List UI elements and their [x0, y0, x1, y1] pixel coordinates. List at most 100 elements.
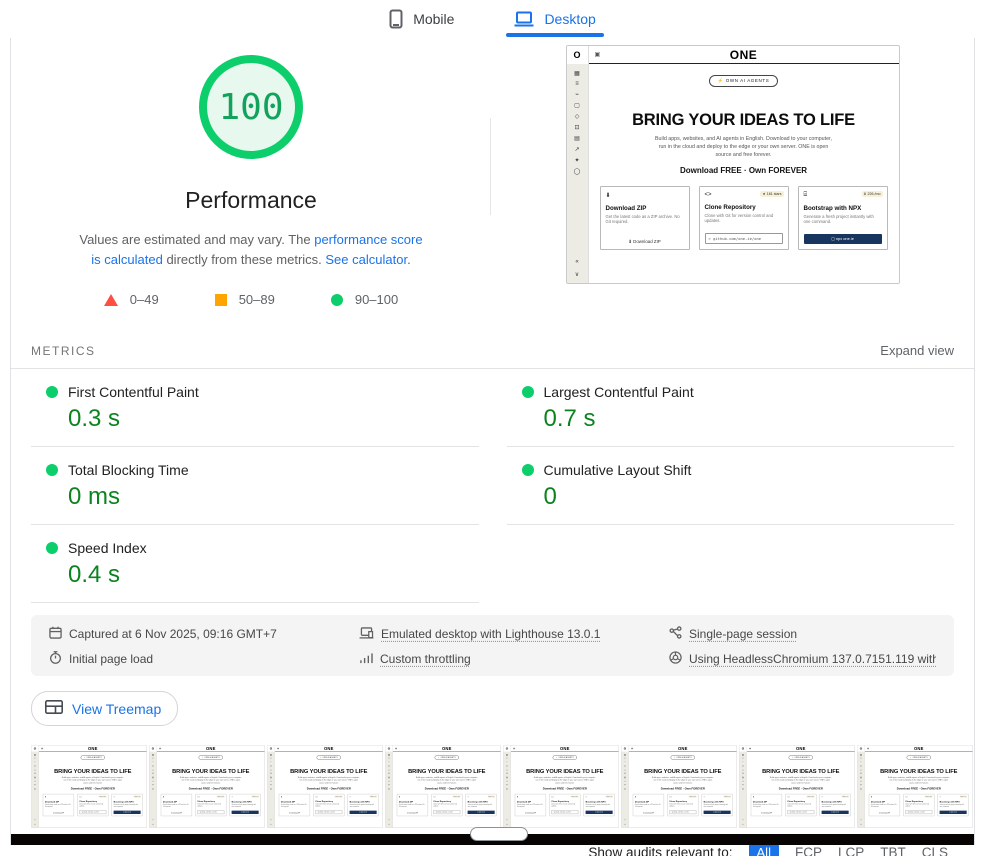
mini-sidebar: O ▦ ≡ ⌁ ▢ ◇ ⊡ ▤ ↗ ✦ ◯ « — [621, 745, 629, 827]
mini-icon: ▤ — [574, 135, 580, 142]
filter-tbt[interactable]: TBT — [880, 845, 906, 856]
emulated-device-label[interactable]: Emulated desktop with Lighthouse 13.0.1 — [381, 627, 600, 641]
device-toolbar: Mobile Desktop — [0, 0, 985, 38]
mini-sidebar: O ▦ ≡ ⌁ ▢ ◇ ⊡ ▤ ↗ ✦ ◯ « — [149, 745, 157, 827]
red-triangle-icon — [104, 294, 118, 306]
mini-card-title: Clone Repository — [551, 800, 578, 802]
mini-icon: ▢ — [742, 765, 744, 767]
mini-card-bootstrap-npx: ⌸ ⬇ 226 /mo Bootstrap with NPX Generate … — [702, 794, 733, 816]
mini-heading: BRING YOUR IDEAS TO LIFE — [39, 768, 147, 775]
final-screenshot-thumbnail: O ▦ ≡ ⌁ ▢ ◇ ⊡ ▤ ↗ ✦ ◯ « — [739, 745, 855, 828]
mini-cta: Download FREE · Own FOREVER — [865, 787, 973, 790]
mini-menu-icon: ▣ — [41, 747, 43, 749]
download-icon: ⬇ — [753, 796, 780, 798]
mini-sidebar-icons: ▦ ≡ ⌁ ▢ ◇ ⊡ ▤ ↗ ✦ ◯ — [860, 752, 862, 820]
stars-badge: ★ 161 stars — [807, 796, 815, 798]
mini-icon: ▦ — [506, 754, 508, 756]
mini-card-body: Get the latest code as a ZIP archive. No… — [753, 804, 780, 808]
mini-badge: ⚡ OWN AI AGENTS — [317, 755, 341, 759]
mini-card-title: Download ZIP — [281, 800, 308, 802]
mini-card-download-zip: ⬇ Download ZIP Get the latest code as a … — [633, 794, 664, 816]
mini-sidebar-bottom: « ∨ — [152, 819, 154, 827]
mini-icon: ◇ — [624, 769, 626, 771]
mini-icon: ⌁ — [388, 761, 389, 763]
metric-value: 0.3 s — [68, 405, 479, 433]
mini-icon: ⌁ — [270, 761, 271, 763]
filter-lcp[interactable]: LCP — [838, 845, 864, 856]
mini-cards: ⬇ Download ZIP Get the latest code as a … — [515, 794, 615, 816]
mini-subtext-line: source and free forever. — [39, 782, 147, 785]
throttling-setting-label[interactable]: Custom throttling — [380, 652, 471, 666]
mini-logo: ONE — [914, 746, 924, 751]
mini-main: ▣ ONE ⚡ OWN AI AGENTS BRING YOUR IDEAS T… — [275, 745, 383, 827]
see-calculator-link[interactable]: See calculator — [325, 252, 407, 267]
session-type-label[interactable]: Single-page session — [689, 627, 797, 641]
mini-icon: ✦ — [388, 784, 390, 786]
mini-subtext-line: run in the cloud and deploy to the edge … — [589, 143, 899, 151]
stars-badge: ★ 161 stars — [925, 796, 933, 798]
mini-card-body: Clone with Git for version control and u… — [197, 803, 224, 807]
pass-dot-icon — [46, 386, 58, 398]
filmstrip-frame: O ▦ ≡ ⌁ ▢ ◇ ⊡ ▤ ↗ ✦ ◯ « — [739, 745, 855, 829]
final-screenshot-thumbnail: O ▦ ≡ ⌁ ▢ ◇ ⊡ ▤ ↗ ✦ ◯ « — [503, 745, 619, 828]
mini-card-body: Clone with Git for version control and u… — [433, 803, 460, 807]
mini-card-body: Generate a fresh project instantly with … — [350, 804, 377, 808]
metric-value: 0.7 s — [544, 405, 955, 433]
mini-card-body: Generate a fresh project instantly with … — [232, 804, 259, 808]
expand-view-toggle[interactable]: Expand view — [880, 343, 954, 358]
mini-icon: ◯ — [574, 168, 581, 175]
mini-icon: ✦ — [506, 784, 508, 786]
mini-header: ▣ ONE — [589, 46, 899, 64]
orange-square-icon — [215, 294, 227, 306]
screenshot-preview[interactable]: O ▦ ≡ ⌁ ▢ ◇ ⊡ ▤ ↗ ✦ ◯ « — [491, 38, 974, 335]
mini-icon: ◯ — [152, 788, 154, 790]
section-divider — [490, 118, 491, 215]
calendar-icon — [49, 626, 62, 642]
lighthouse-report: 100 Performance Values are estimated and… — [10, 38, 975, 845]
mini-icon: ◯ — [742, 788, 744, 790]
filmstrip-frame: O ▦ ≡ ⌁ ▢ ◇ ⊡ ▤ ↗ ✦ ◯ « — [149, 745, 265, 829]
filter-fcp[interactable]: FCP — [795, 845, 822, 856]
mini-header: ▣ ONE — [275, 745, 383, 751]
mini-icon: ▤ — [270, 776, 272, 778]
mini-card-title: Clone Repository — [905, 800, 932, 802]
mini-cards: ⬇ Download ZIP Get the latest code as a … — [751, 794, 851, 816]
mini-icon: ∨ — [34, 823, 36, 825]
mini-icon: ⌁ — [742, 761, 743, 763]
tab-desktop[interactable]: Desktop — [512, 0, 597, 38]
mini-card-body: Clone with Git for version control and u… — [669, 803, 696, 807]
disclaimer-text-3: . — [407, 252, 411, 267]
mini-icon: ⊡ — [742, 772, 744, 774]
mini-logo: ONE — [206, 746, 216, 751]
filter-cls[interactable]: CLS — [922, 845, 948, 856]
mini-sidebar: O ▦ ≡ ⌁ ▢ ◇ ⊡ ▤ ↗ ✦ ◯ « — [857, 745, 865, 827]
mini-icon: ◯ — [270, 788, 272, 790]
mini-card-action: ⬇ Download ZIP — [515, 812, 546, 814]
mini-header: ▣ ONE — [865, 745, 973, 751]
capture-time-label: Captured at 6 Nov 2025, 09:16 GMT+7 — [69, 627, 277, 641]
browser-version-label[interactable]: Using HeadlessChromium 137.0.7151.119 wi… — [689, 652, 936, 666]
mini-icon: ◇ — [270, 769, 272, 771]
filmstrip-frame: O ▦ ≡ ⌁ ▢ ◇ ⊡ ▤ ↗ ✦ ◯ « — [385, 745, 501, 829]
view-treemap-button[interactable]: View Treemap — [31, 691, 178, 726]
mini-logo: ONE — [88, 746, 98, 751]
mini-card-download-zip: ⬇ Download ZIP Get the latest code as a … — [869, 794, 900, 816]
mini-heading: BRING YOUR IDEAS TO LIFE — [157, 768, 265, 775]
mini-subtext: Build apps, websites, and AI agents in E… — [39, 776, 147, 785]
mini-subtext-line: source and free forever. — [393, 782, 501, 785]
mini-icon: ∨ — [388, 823, 390, 825]
mini-subtext: Build apps, websites, and AI agents in E… — [747, 776, 855, 785]
stars-badge: ★ 161 stars — [453, 796, 461, 798]
mini-icon: ⌁ — [860, 761, 861, 763]
filmstrip-frame: O ▦ ≡ ⌁ ▢ ◇ ⊡ ▤ ↗ ✦ ◯ « — [857, 745, 973, 829]
downloads-badge: ⬇ 226 /mo — [842, 796, 849, 798]
desktop-laptop-icon — [514, 11, 534, 27]
metric-name: Speed Index — [68, 540, 147, 556]
mini-menu-icon: ▣ — [277, 747, 279, 749]
metric-value: 0 ms — [68, 483, 479, 511]
downloads-badge: ⬇ 226 /mo — [252, 796, 259, 798]
mini-card-download-zip: ⬇ Download ZIP Get the latest code as a … — [515, 794, 546, 816]
tab-mobile[interactable]: Mobile — [387, 0, 456, 38]
score-gauge[interactable]: 100 — [199, 55, 303, 159]
mini-icon: « — [34, 819, 35, 821]
